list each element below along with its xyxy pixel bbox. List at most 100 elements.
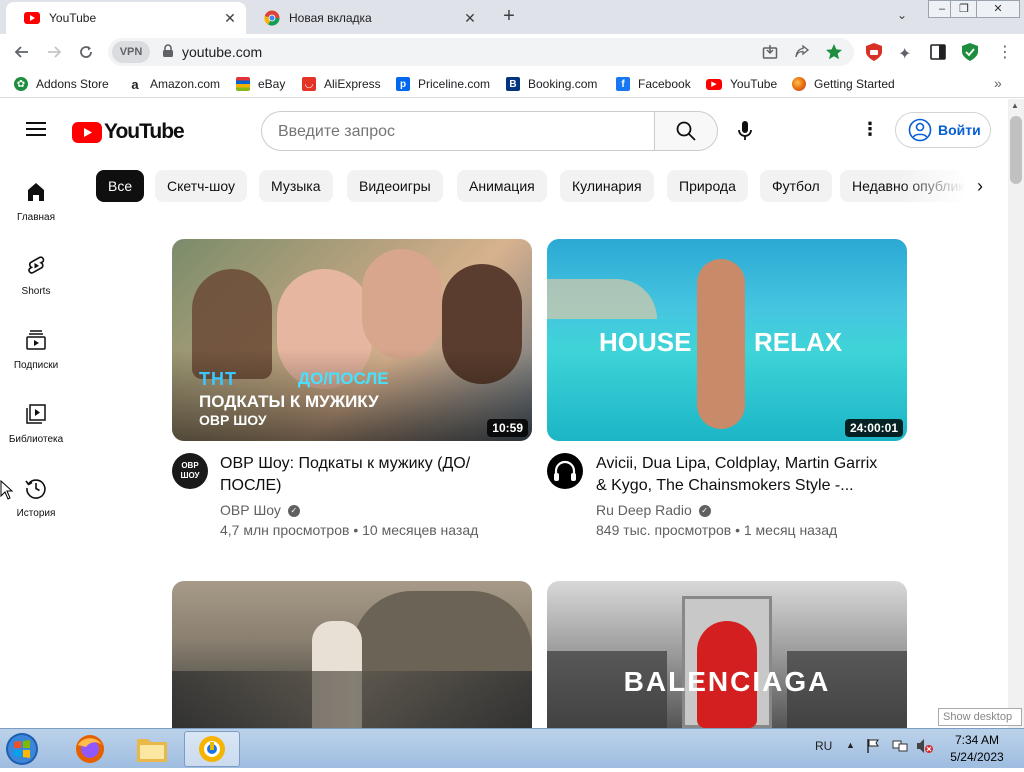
bookmark-getting-started[interactable]: Getting Started bbox=[792, 76, 895, 92]
tab-new-tab[interactable]: Новая вкладка ✕ bbox=[246, 2, 486, 34]
taskbar-chrome-active[interactable] bbox=[184, 731, 240, 767]
security-shield-extension-icon[interactable] bbox=[962, 43, 978, 66]
ebay-icon bbox=[236, 77, 250, 91]
facebook-icon: f bbox=[616, 77, 630, 91]
chip-sketch-show[interactable]: Скетч-шоу bbox=[155, 170, 247, 202]
sign-in-button[interactable]: Войти bbox=[895, 112, 991, 148]
taskbar-firefox[interactable] bbox=[62, 731, 118, 767]
thumbnail-building bbox=[352, 591, 532, 671]
forward-button[interactable] bbox=[42, 40, 66, 64]
close-tab-icon[interactable]: ✕ bbox=[462, 10, 478, 26]
channel-name[interactable]: Ru Deep Radio ✓ bbox=[596, 502, 711, 518]
youtube-header: YouTube Введите запрос ⋮ Войти bbox=[0, 99, 1008, 163]
vpn-badge[interactable]: VPN bbox=[112, 41, 150, 63]
priceline-icon: p bbox=[396, 77, 410, 91]
back-button[interactable] bbox=[10, 40, 34, 64]
language-indicator[interactable]: RU bbox=[815, 739, 832, 753]
chip-nature[interactable]: Природа bbox=[667, 170, 748, 202]
bookmark-star-icon[interactable] bbox=[825, 43, 843, 66]
bookmark-amazon[interactable]: a Amazon.com bbox=[128, 76, 220, 92]
video-duration: 24:00:01 bbox=[844, 419, 903, 437]
network-icon[interactable] bbox=[892, 739, 908, 758]
thumbnail-person bbox=[362, 249, 442, 359]
shorts-icon bbox=[28, 256, 45, 274]
bookmark-addons-store[interactable]: ✿ Addons Store bbox=[14, 76, 109, 92]
channel-avatar[interactable] bbox=[547, 453, 583, 489]
chips-fade bbox=[900, 170, 966, 202]
chip-football[interactable]: Футбол bbox=[760, 170, 832, 202]
video-thumbnail[interactable]: ТНТ ДО/ПОСЛЕ ПОДКАТЫ К МУЖИКУ ОВР ШОУ 10… bbox=[172, 239, 532, 441]
thumbnail-logo-text: ТНТ bbox=[199, 369, 237, 389]
mouse-cursor-icon bbox=[0, 479, 14, 505]
windows-taskbar: RU ▲ 7:34 AM 5/24/2023 bbox=[0, 728, 1024, 768]
hamburger-menu-icon[interactable] bbox=[26, 121, 46, 142]
more-bookmarks-icon[interactable]: » bbox=[994, 75, 1002, 91]
taskbar-file-explorer[interactable] bbox=[124, 731, 180, 767]
thumbnail-tag-text: ДО/ПОСЛЕ bbox=[298, 369, 389, 388]
scroll-up-arrow-icon[interactable]: ▲ bbox=[1011, 101, 1019, 110]
settings-more-icon[interactable]: ⋮ bbox=[861, 119, 879, 140]
video-title[interactable]: ОВР Шоу: Подкаты к мужику (ДО/ ПОСЛЕ) bbox=[220, 453, 520, 497]
folder-icon bbox=[137, 739, 167, 762]
channel-avatar[interactable]: ОВР ШОУ bbox=[172, 453, 208, 489]
install-app-icon[interactable] bbox=[762, 44, 778, 65]
share-icon[interactable] bbox=[794, 44, 810, 65]
bookmark-aliexpress[interactable]: ◡ AliExpress bbox=[302, 76, 381, 92]
address-bar[interactable]: VPN youtube.com bbox=[108, 38, 854, 66]
restore-window-button[interactable]: ❐ bbox=[950, 0, 978, 18]
lock-icon[interactable] bbox=[162, 44, 174, 63]
voice-search-mic-icon[interactable] bbox=[738, 121, 752, 146]
reload-button[interactable] bbox=[74, 40, 98, 64]
chrome-icon bbox=[199, 736, 225, 762]
close-tab-icon[interactable]: ✕ bbox=[222, 10, 238, 26]
thumbnail-rock bbox=[547, 279, 657, 319]
video-thumbnail[interactable]: HOUSE RELAX 24:00:01 bbox=[547, 239, 907, 441]
guide-shorts[interactable]: Shorts bbox=[0, 254, 72, 328]
subscriptions-icon bbox=[26, 330, 46, 350]
chip-all[interactable]: Все bbox=[96, 170, 145, 202]
bookmark-booking[interactable]: B Booking.com bbox=[506, 76, 597, 92]
channel-name[interactable]: ОВР Шоу ✓ bbox=[220, 502, 300, 518]
browser-menu-icon[interactable]: ⋮ bbox=[997, 42, 1013, 62]
scrollbar-thumb[interactable] bbox=[1010, 116, 1022, 184]
chip-cooking[interactable]: Кулинария bbox=[560, 170, 654, 202]
page-scrollbar[interactable] bbox=[1008, 99, 1024, 728]
thumbnail-title-text: BALENCIAGA bbox=[623, 666, 831, 697]
chip-video-games[interactable]: Видеоигры bbox=[347, 170, 443, 202]
tab-title: Новая вкладка bbox=[289, 11, 372, 25]
chip-music[interactable]: Музыка bbox=[259, 170, 333, 202]
video-meta: 849 тыс. просмотров • 1 месяц назад bbox=[596, 522, 838, 538]
search-button[interactable] bbox=[654, 111, 718, 151]
browser-toolbar: VPN youtube.com ✦ ⋮ bbox=[0, 34, 1024, 70]
adblock-extension-icon[interactable] bbox=[866, 43, 882, 66]
bookmark-priceline[interactable]: p Priceline.com bbox=[396, 76, 490, 92]
youtube-logo-icon bbox=[72, 121, 102, 143]
bookmark-facebook[interactable]: f Facebook bbox=[616, 76, 691, 92]
system-clock[interactable]: 7:34 AM 5/24/2023 bbox=[932, 732, 1022, 766]
show-hidden-icons-icon[interactable]: ▲ bbox=[846, 740, 855, 750]
chevron-right-icon[interactable]: › bbox=[966, 172, 994, 200]
video-thumbnail[interactable]: BALENCIAGA bbox=[547, 581, 907, 728]
close-window-button[interactable]: ✕ bbox=[976, 0, 1020, 18]
tab-youtube[interactable]: YouTube ✕ bbox=[6, 2, 246, 34]
history-icon bbox=[25, 479, 46, 499]
firefox-icon bbox=[792, 77, 806, 91]
youtube-logo[interactable]: YouTube bbox=[72, 120, 185, 144]
guide-library[interactable]: Библиотека bbox=[0, 402, 72, 476]
search-input[interactable]: Введите запрос bbox=[261, 111, 655, 151]
video-thumbnail[interactable] bbox=[172, 581, 532, 728]
tab-search-chevron-icon[interactable]: ⌄ bbox=[897, 8, 907, 22]
bookmark-youtube[interactable]: ▶ YouTube bbox=[706, 76, 777, 92]
guide-home[interactable]: Главная bbox=[0, 180, 72, 254]
action-center-flag-icon[interactable] bbox=[866, 738, 880, 759]
side-panel-icon[interactable] bbox=[930, 44, 946, 65]
start-button[interactable] bbox=[4, 731, 48, 767]
guide-subscriptions[interactable]: Подписки bbox=[0, 328, 72, 402]
extensions-puzzle-icon[interactable]: ✦ bbox=[898, 44, 911, 64]
video-title[interactable]: Avicii, Dua Lipa, Coldplay, Martin Garri… bbox=[596, 453, 896, 497]
bookmark-ebay[interactable]: eBay bbox=[236, 76, 285, 92]
video-meta: 4,7 млн просмотров • 10 месяцев назад bbox=[220, 522, 479, 538]
new-tab-button[interactable]: + bbox=[498, 5, 520, 27]
chip-animation[interactable]: Анимация bbox=[457, 170, 547, 202]
aliexpress-icon: ◡ bbox=[302, 77, 316, 91]
